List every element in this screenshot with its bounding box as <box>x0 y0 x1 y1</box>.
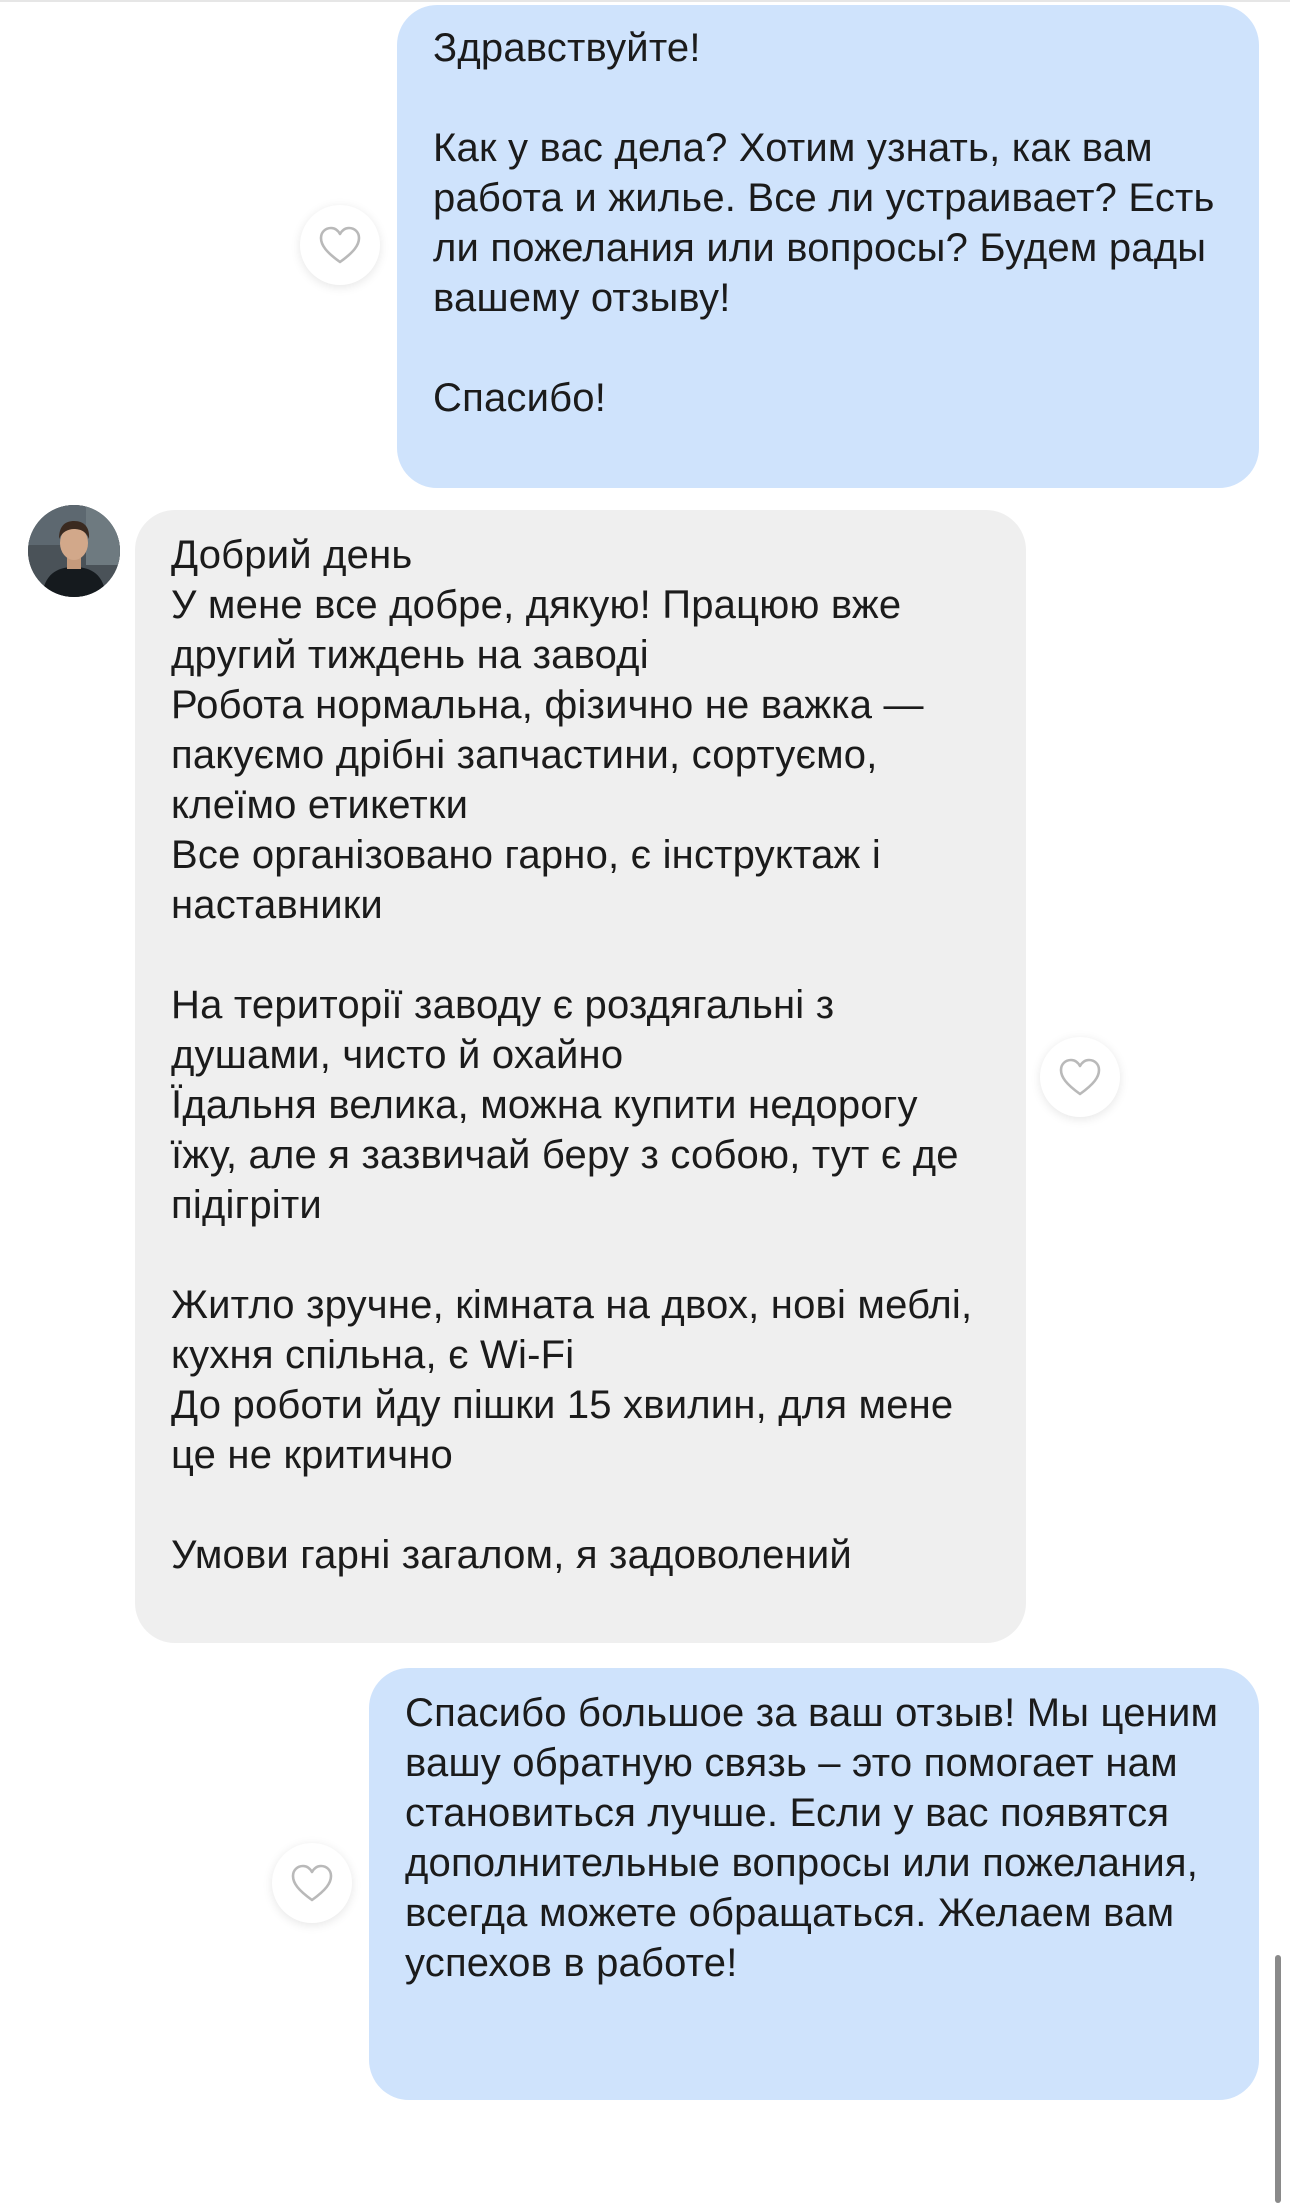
avatar-photo <box>28 505 120 597</box>
like-button[interactable] <box>300 205 380 285</box>
user-avatar[interactable] <box>28 505 120 597</box>
heart-outline-icon <box>319 226 361 264</box>
top-divider <box>0 0 1290 2</box>
like-button[interactable] <box>272 1843 352 1923</box>
outgoing-message-bubble[interactable]: Здравствуйте! Как у вас дела? Хотим узна… <box>397 5 1259 488</box>
like-button[interactable] <box>1040 1037 1120 1117</box>
heart-outline-icon <box>1059 1058 1101 1096</box>
scrollbar[interactable] <box>1275 1955 1281 2203</box>
incoming-message-bubble[interactable]: Добрий день У мене все добре, дякую! Пра… <box>135 510 1026 1643</box>
heart-outline-icon <box>291 1864 333 1902</box>
outgoing-message-bubble[interactable]: Спасибо большое за ваш отзыв! Мы ценим в… <box>369 1668 1259 2100</box>
